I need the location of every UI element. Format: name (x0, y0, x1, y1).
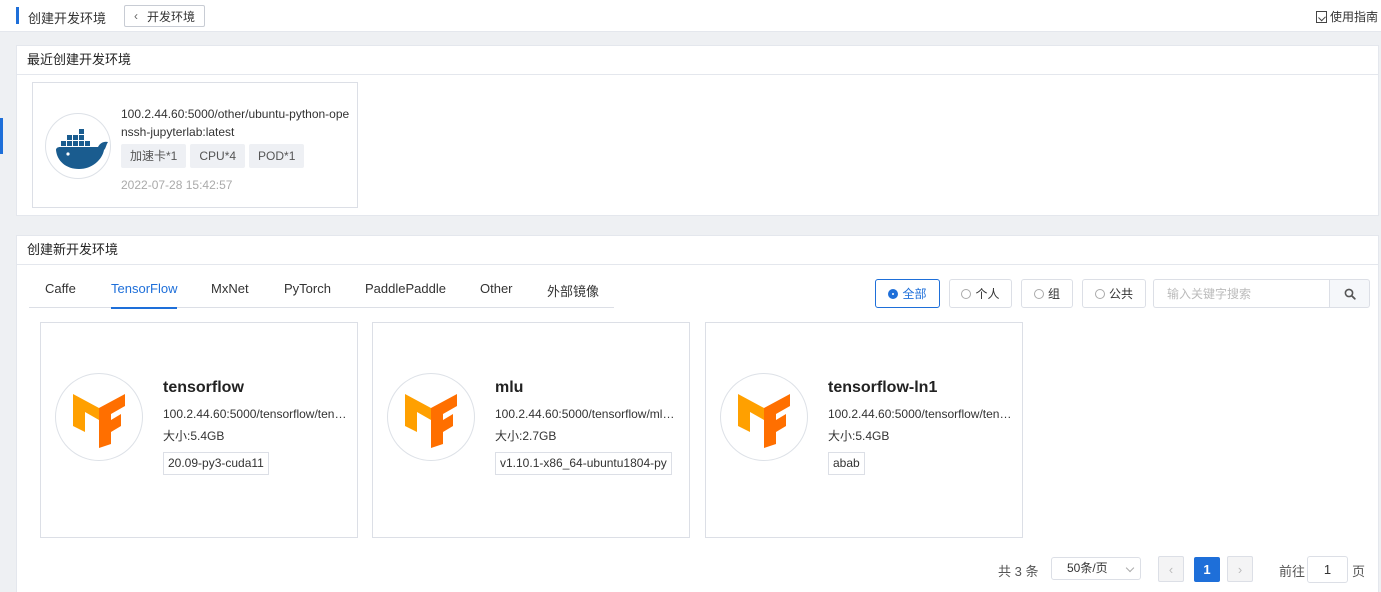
recent-env-image-url: 100.2.44.60:5000/other/ubuntu-python-ope… (121, 107, 350, 139)
title-accent-bar (16, 7, 19, 24)
tab-paddlepaddle[interactable]: PaddlePaddle (365, 281, 446, 308)
tab-external-image[interactable]: 外部镜像 (547, 281, 599, 308)
guide-link[interactable]: 使用指南 (1315, 8, 1378, 25)
chevron-left-icon: ‹ (134, 9, 138, 23)
goto-page-input[interactable] (1307, 556, 1348, 583)
guide-label: 使用指南 (1329, 10, 1378, 24)
back-button[interactable]: ‹ 开发环境 (124, 5, 205, 27)
image-info: mlu 100.2.44.60:5000/tensorflow/mlu:v1.1… (495, 379, 679, 478)
framework-tabs: Caffe TensorFlow MxNet PyTorch PaddlePad… (29, 281, 614, 309)
image-info: tensorflow-ln1 100.2.44.60:5000/tensorfl… (828, 379, 1012, 478)
filter-group-label: 组 (1047, 287, 1060, 301)
radio-icon (1033, 288, 1044, 299)
recent-env-time: 2022-07-28 15:42:57 (121, 178, 233, 192)
prev-page-button[interactable]: ‹ (1158, 556, 1184, 582)
side-indicator (0, 118, 3, 154)
recent-section-title: 最近创建开发环境 (17, 46, 1378, 75)
tensorflow-icon (720, 373, 808, 461)
goto-prefix: 前往 (1279, 564, 1306, 579)
image-tag: 20.09-py3-cuda11 (163, 452, 269, 475)
filter-personal-label: 个人 (975, 287, 1000, 301)
filter-group[interactable]: 组 (1021, 279, 1073, 308)
tab-caffe[interactable]: Caffe (45, 281, 76, 308)
tab-pytorch[interactable]: PyTorch (284, 281, 331, 308)
image-name: tensorflow (163, 379, 244, 396)
search-input[interactable] (1153, 279, 1329, 308)
pagination: 共 3 条 50条/页 ‹ 1 › 前往 页 (17, 556, 1380, 583)
image-size: 大小:5.4GB (828, 429, 890, 443)
search-icon (1344, 288, 1356, 300)
pagination-total: 共 3 条 (998, 564, 1039, 579)
create-section-title: 创建新开发环境 (17, 236, 1378, 265)
image-name: mlu (495, 379, 524, 396)
page-size-value: 50条/页 (1067, 561, 1108, 575)
create-section: 创建新开发环境 Caffe TensorFlow MxNet PyTorch P… (16, 235, 1379, 592)
filter-personal[interactable]: 个人 (949, 279, 1012, 308)
filter-all[interactable]: 全部 (875, 279, 940, 308)
filter-public-label: 公共 (1108, 287, 1133, 301)
chevron-right-icon: › (1237, 561, 1243, 577)
page-size-select[interactable]: 50条/页 (1051, 557, 1141, 580)
accelerator-tag: 加速卡*1 (121, 144, 187, 168)
image-size: 大小:2.7GB (495, 429, 557, 443)
recent-section: 最近创建开发环境 100.2.44.60:5000/other/ubuntu-p… (16, 45, 1379, 216)
image-tag: v1.10.1-x86_64-ubuntu1804-py (495, 452, 672, 475)
guide-icon (1315, 10, 1327, 23)
chevron-left-icon: ‹ (1168, 561, 1174, 577)
tab-other[interactable]: Other (480, 281, 513, 308)
image-card[interactable]: mlu 100.2.44.60:5000/tensorflow/mlu:v1.1… (372, 322, 690, 538)
next-page-button[interactable]: › (1227, 556, 1253, 582)
filter-public[interactable]: 公共 (1082, 279, 1146, 308)
back-button-label: 开发环境 (147, 9, 196, 24)
radio-icon (1094, 288, 1105, 299)
image-size: 大小:5.4GB (163, 429, 225, 443)
chevron-down-icon (1125, 563, 1135, 573)
image-url: 100.2.44.60:5000/tensorflow/tensorflow:2… (163, 407, 347, 421)
pod-tag: POD*1 (249, 144, 305, 168)
radio-checked-icon (888, 288, 899, 299)
tensorflow-icon (387, 373, 475, 461)
image-tag: abab (828, 452, 865, 475)
top-bar: 创建开发环境 ‹ 开发环境 使用指南 (0, 0, 1381, 32)
radio-icon (961, 288, 972, 299)
image-info: tensorflow 100.2.44.60:5000/tensorflow/t… (163, 379, 347, 478)
tab-tensorflow[interactable]: TensorFlow (111, 281, 178, 309)
image-url: 100.2.44.60:5000/tensorflow/mlu:v1.10.1-… (495, 407, 679, 421)
page-title: 创建开发环境 (28, 11, 107, 26)
filter-all-label: 全部 (902, 287, 927, 301)
image-url: 100.2.44.60:5000/tensorflow/tensorflow-l… (828, 407, 1012, 421)
recent-env-tags: 加速卡*1 CPU*4 POD*1 (121, 144, 351, 168)
image-card[interactable]: tensorflow-ln1 100.2.44.60:5000/tensorfl… (705, 322, 1023, 538)
goto-suffix: 页 (1352, 564, 1366, 579)
cpu-tag: CPU*4 (190, 144, 246, 168)
image-card[interactable]: tensorflow 100.2.44.60:5000/tensorflow/t… (40, 322, 358, 538)
recent-env-card[interactable]: 100.2.44.60:5000/other/ubuntu-python-ope… (32, 82, 358, 208)
search-button[interactable] (1329, 279, 1370, 308)
page-number-current[interactable]: 1 (1194, 557, 1220, 582)
docker-icon (45, 113, 111, 179)
tab-mxnet[interactable]: MxNet (211, 281, 249, 308)
recent-env-info: 100.2.44.60:5000/other/ubuntu-python-ope… (121, 105, 351, 192)
tensorflow-icon (55, 373, 143, 461)
image-name: tensorflow-ln1 (828, 379, 938, 396)
